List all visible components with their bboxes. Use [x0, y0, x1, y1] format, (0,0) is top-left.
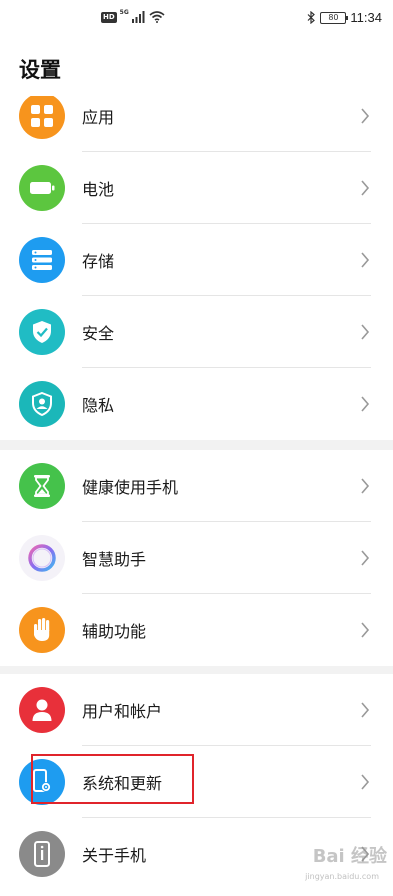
row-label: 健康使用手机	[82, 478, 179, 497]
status-time: 11:34	[350, 10, 382, 25]
hand-icon	[19, 607, 65, 653]
hourglass-icon	[19, 463, 65, 509]
settings-row-apps[interactable]: 应用	[0, 96, 393, 152]
watermark: Bai 经验	[312, 846, 387, 867]
wifi-icon	[149, 11, 165, 23]
shield-check-icon	[19, 309, 65, 355]
settings-group-2: 健康使用手机 智慧助手 辅助功能	[0, 450, 393, 666]
apps-grid-icon	[19, 96, 65, 139]
chevron-right-icon	[361, 252, 370, 268]
chevron-right-icon	[361, 702, 370, 718]
chevron-right-icon	[361, 774, 370, 790]
status-right: 80 11:34	[307, 10, 382, 25]
phone-settings-icon	[19, 759, 65, 805]
chevron-right-icon	[361, 622, 370, 638]
settings-row-system-update[interactable]: 系统和更新	[0, 746, 393, 818]
row-label: 存储	[82, 252, 115, 271]
battery-indicator: 80	[320, 11, 349, 24]
bluetooth-icon	[307, 11, 316, 24]
chevron-right-icon	[361, 550, 370, 566]
user-icon	[19, 687, 65, 733]
settings-row-accessibility[interactable]: 辅助功能	[0, 594, 393, 666]
chevron-right-icon	[361, 478, 370, 494]
settings-group-1: 应用 电池 存储 安全 隐私	[0, 96, 393, 440]
status-bar: HD 5G 80 11:34	[0, 0, 393, 38]
row-label: 关于手机	[82, 846, 147, 865]
hd-badge: HD	[101, 11, 117, 23]
signal-icon	[131, 11, 145, 23]
row-label: 电池	[82, 180, 115, 199]
chevron-right-icon	[361, 108, 370, 124]
chevron-right-icon	[361, 324, 370, 340]
row-label: 隐私	[82, 396, 115, 415]
assistant-ring-icon	[19, 535, 65, 581]
storage-icon	[19, 237, 65, 283]
status-left: HD 5G	[101, 8, 165, 23]
row-label: 系统和更新	[82, 774, 163, 793]
row-label: 应用	[82, 108, 115, 127]
privacy-shield-icon	[19, 381, 65, 427]
row-label: 用户和帐户	[82, 702, 163, 721]
settings-row-privacy[interactable]: 隐私	[0, 368, 393, 440]
settings-row-battery[interactable]: 电池	[0, 152, 393, 224]
network-type: 5G	[119, 8, 129, 16]
battery-icon	[19, 165, 65, 211]
settings-row-storage[interactable]: 存储	[0, 224, 393, 296]
chevron-right-icon	[361, 180, 370, 196]
row-label: 安全	[82, 324, 115, 343]
settings-row-smart-assistant[interactable]: 智慧助手	[0, 522, 393, 594]
watermark-sub: jingyan.baidu.com	[305, 872, 379, 881]
chevron-right-icon	[361, 396, 370, 412]
settings-row-security[interactable]: 安全	[0, 296, 393, 368]
phone-info-icon	[19, 831, 65, 877]
settings-row-users-accounts[interactable]: 用户和帐户	[0, 674, 393, 746]
settings-row-digital-balance[interactable]: 健康使用手机	[0, 450, 393, 522]
page-title: 设置	[19, 58, 61, 82]
row-label: 辅助功能	[82, 622, 147, 641]
row-label: 智慧助手	[82, 550, 147, 569]
